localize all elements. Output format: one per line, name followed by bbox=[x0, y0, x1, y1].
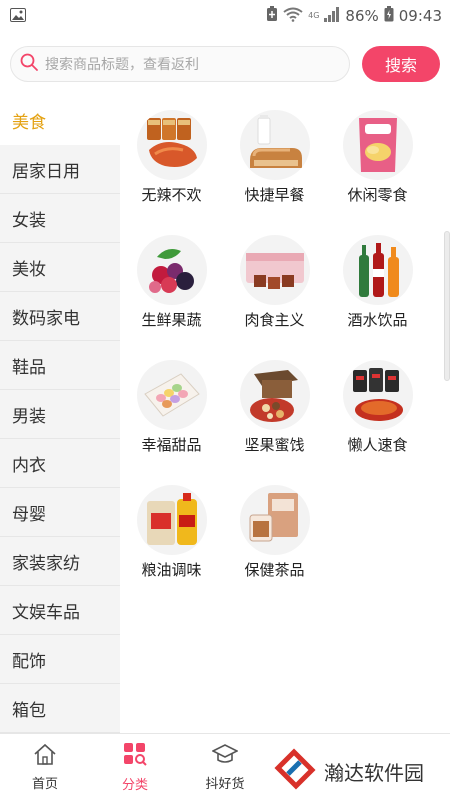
sidebar-item-label: 鞋品 bbox=[12, 357, 46, 378]
subcategory-label: 肉食主义 bbox=[244, 311, 305, 329]
sidebar-item-label: 美食 bbox=[12, 112, 46, 133]
chips-bag-icon bbox=[342, 110, 413, 180]
sidebar-item-label: 内衣 bbox=[12, 455, 46, 476]
sidebar-item-label: 美妆 bbox=[12, 259, 46, 280]
sidebar-item-muying[interactable]: 母婴 bbox=[0, 488, 120, 537]
sidebar-item-nanzhuang[interactable]: 男装 bbox=[0, 390, 120, 439]
meat-box-icon bbox=[239, 235, 310, 305]
sidebar-item-meizhuang[interactable]: 美妆 bbox=[0, 243, 120, 292]
sidebar-item-xiangbao[interactable]: 箱包 bbox=[0, 684, 120, 733]
4g-icon: 4G bbox=[308, 11, 320, 20]
image-icon bbox=[10, 7, 26, 26]
nav-home[interactable]: 首页 bbox=[0, 734, 90, 800]
subcategory-label: 酒水饮品 bbox=[347, 311, 408, 329]
category-icon bbox=[123, 742, 147, 770]
category-sidebar: 美食 居家日用 女装 美妆 数码家电 鞋品 男装 内衣 母婴 家装家纺 文娱车品… bbox=[0, 96, 120, 733]
subcategory-item[interactable]: 生鲜果蔬 bbox=[120, 235, 223, 360]
tea-box-icon bbox=[239, 485, 310, 555]
sidebar-item-label: 男装 bbox=[12, 406, 46, 427]
spicy-snack-icon bbox=[136, 110, 207, 180]
subcategory-label: 懒人速食 bbox=[347, 436, 408, 454]
subcategory-label: 粮油调味 bbox=[141, 561, 202, 579]
sidebar-item-label: 箱包 bbox=[12, 700, 46, 721]
search-icon bbox=[19, 52, 39, 76]
subcategory-label: 生鲜果蔬 bbox=[141, 311, 202, 329]
subcategory-item[interactable]: 粮油调味 bbox=[120, 485, 223, 610]
sidebar-item-label: 文娱车品 bbox=[12, 602, 80, 623]
home-icon bbox=[33, 743, 57, 769]
subcategory-label: 无辣不欢 bbox=[141, 186, 202, 204]
wifi-icon bbox=[283, 7, 303, 26]
watermark-logo-icon bbox=[274, 748, 316, 794]
sidebar-item-wenyu[interactable]: 文娱车品 bbox=[0, 586, 120, 635]
sidebar-item-jujia[interactable]: 居家日用 bbox=[0, 145, 120, 194]
sidebar-item-label: 女装 bbox=[12, 210, 46, 231]
battery-saver-icon bbox=[266, 6, 278, 26]
subcategory-label: 保健茶品 bbox=[244, 561, 305, 579]
category-content: 无辣不欢 快捷早餐 休闲零食 生鲜果蔬 肉食主义 酒水饮品 幸福甜品 坚果蜜饯 … bbox=[120, 96, 450, 733]
bread-milk-icon bbox=[239, 110, 310, 180]
graduation-cap-icon bbox=[211, 743, 239, 769]
sidebar-item-label: 配饰 bbox=[12, 651, 46, 672]
subcategory-item[interactable]: 坚果蜜饯 bbox=[223, 360, 326, 485]
app-screen: { "status_bar": { "battery": "86%", "tim… bbox=[0, 0, 450, 800]
scroll-indicator[interactable] bbox=[444, 231, 450, 381]
sidebar-item-neiyi[interactable]: 内衣 bbox=[0, 439, 120, 488]
subcategory-label: 坚果蜜饯 bbox=[244, 436, 305, 454]
battery-icon bbox=[384, 6, 394, 26]
drink-bottles-icon bbox=[342, 235, 413, 305]
subcategory-item[interactable]: 休闲零食 bbox=[326, 110, 429, 235]
sidebar-item-label: 数码家电 bbox=[12, 308, 80, 329]
nav-label: 分类 bbox=[121, 777, 148, 793]
nav-category[interactable]: 分类 bbox=[90, 734, 180, 800]
watermark-text: 瀚达软件园 bbox=[324, 760, 424, 785]
search-input[interactable]: 搜索商品标题，查看返利 bbox=[10, 46, 350, 82]
sidebar-item-label: 家装家纺 bbox=[12, 553, 80, 574]
signal-icon bbox=[324, 6, 340, 26]
nav-label: 首页 bbox=[31, 776, 58, 792]
search-placeholder: 搜索商品标题，查看返利 bbox=[45, 57, 199, 73]
subcategory-grid: 无辣不欢 快捷早餐 休闲零食 生鲜果蔬 肉食主义 酒水饮品 幸福甜品 坚果蜜饯 … bbox=[120, 110, 450, 610]
clock: 09:43 bbox=[398, 7, 442, 25]
subcategory-item[interactable]: 快捷早餐 bbox=[223, 110, 326, 235]
watermark: 瀚达软件园 bbox=[270, 742, 450, 800]
nuts-gift-box-icon bbox=[239, 360, 310, 430]
sidebar-item-peishi[interactable]: 配饰 bbox=[0, 635, 120, 684]
status-bar: 4G 86% 09:43 bbox=[0, 0, 450, 32]
subcategory-label: 休闲零食 bbox=[347, 186, 408, 204]
subcategory-label: 快捷早餐 bbox=[244, 186, 305, 204]
sidebar-item-jiazhuang[interactable]: 家装家纺 bbox=[0, 537, 120, 586]
rice-oil-icon bbox=[136, 485, 207, 555]
sidebar-item-nvzhuang[interactable]: 女装 bbox=[0, 194, 120, 243]
macaron-box-icon bbox=[136, 360, 207, 430]
subcategory-item[interactable]: 幸福甜品 bbox=[120, 360, 223, 485]
instant-noodles-icon bbox=[342, 360, 413, 430]
nav-label: 抖好货 bbox=[205, 776, 245, 792]
subcategory-label: 幸福甜品 bbox=[141, 436, 202, 454]
subcategory-item[interactable]: 酒水饮品 bbox=[326, 235, 429, 360]
sidebar-item-meishi[interactable]: 美食 bbox=[0, 96, 120, 145]
berries-icon bbox=[136, 235, 207, 305]
subcategory-item[interactable]: 懒人速食 bbox=[326, 360, 429, 485]
battery-percentage: 86% bbox=[345, 7, 379, 25]
subcategory-item[interactable]: 肉食主义 bbox=[223, 235, 326, 360]
nav-douhaohuo[interactable]: 抖好货 bbox=[180, 734, 270, 800]
subcategory-item[interactable]: 无辣不欢 bbox=[120, 110, 223, 235]
search-button[interactable]: 搜索 bbox=[362, 46, 440, 82]
search-bar: 搜索商品标题，查看返利 搜索 bbox=[0, 32, 450, 96]
sidebar-item-label: 母婴 bbox=[12, 504, 46, 525]
subcategory-item[interactable]: 保健茶品 bbox=[223, 485, 326, 610]
sidebar-item-xiepin[interactable]: 鞋品 bbox=[0, 341, 120, 390]
sidebar-item-label: 居家日用 bbox=[12, 161, 80, 182]
sidebar-item-shuma[interactable]: 数码家电 bbox=[0, 292, 120, 341]
